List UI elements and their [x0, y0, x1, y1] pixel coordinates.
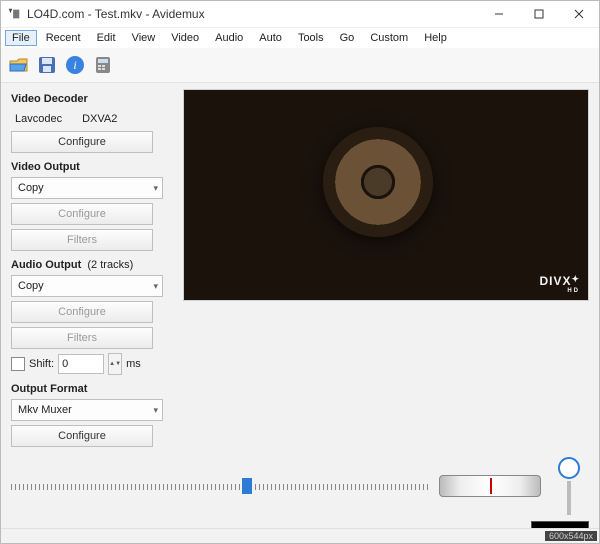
menu-audio[interactable]: Audio	[208, 30, 250, 46]
video-output-select[interactable]: Copy ▾	[11, 177, 163, 199]
statusbar: 600x544px	[1, 528, 599, 543]
audio-tracks-count: (2 tracks)	[87, 259, 133, 271]
thumbnail-preview	[531, 521, 589, 528]
audio-output-filters-button[interactable]: Filters	[11, 327, 153, 349]
menu-go[interactable]: Go	[333, 30, 362, 46]
codec-label: Lavcodec	[15, 113, 62, 125]
chevron-down-icon: ▾	[153, 281, 158, 292]
shift-value-input[interactable]: 0	[58, 354, 104, 374]
seek-track[interactable]	[11, 476, 431, 496]
menu-video[interactable]: Video	[164, 30, 206, 46]
codec-value: DXVA2	[82, 113, 117, 125]
output-format-heading: Output Format	[11, 383, 171, 395]
video-output-heading: Video Output	[11, 161, 171, 173]
video-content-placeholder	[323, 127, 433, 237]
body: LO4D.com Video Decoder Lavcodec DXVA2 Co…	[1, 83, 599, 528]
audio-output-value: Copy	[18, 280, 44, 292]
divx-watermark: DIVX✦ HD	[539, 274, 580, 294]
shift-label: Shift:	[29, 358, 54, 370]
menu-auto[interactable]: Auto	[252, 30, 289, 46]
menu-recent[interactable]: Recent	[39, 30, 88, 46]
video-output-configure-button[interactable]: Configure	[11, 203, 153, 225]
maximize-button[interactable]	[519, 1, 559, 27]
app-icon	[7, 7, 21, 21]
audio-output-select[interactable]: Copy ▾	[11, 275, 163, 297]
save-button[interactable]	[35, 53, 59, 77]
audio-shift-row: Shift: 0 ▲▼ ms	[11, 353, 171, 375]
titlebar: LO4D.com - Test.mkv - Avidemux	[1, 1, 599, 28]
toolbar: i	[1, 48, 599, 83]
volume-knob-icon[interactable]	[558, 457, 580, 479]
menubar: File Recent Edit View Video Audio Auto T…	[1, 28, 599, 48]
video-output-value: Copy	[18, 182, 44, 194]
menu-custom[interactable]: Custom	[363, 30, 415, 46]
window-title: LO4D.com - Test.mkv - Avidemux	[27, 7, 479, 21]
close-button[interactable]	[559, 1, 599, 27]
output-format-configure-button[interactable]: Configure	[11, 425, 153, 447]
svg-text:i: i	[73, 58, 76, 72]
seek-ticks	[11, 484, 431, 490]
app-window: LO4D.com - Test.mkv - Avidemux File Rece…	[0, 0, 600, 544]
menu-view[interactable]: View	[125, 30, 163, 46]
shift-checkbox[interactable]	[11, 357, 25, 371]
shift-unit: ms	[126, 358, 141, 370]
size-indicator: 600x544px	[545, 531, 597, 541]
menu-edit[interactable]: Edit	[90, 30, 123, 46]
output-format-value: Mkv Muxer	[18, 404, 72, 416]
audio-output-heading: Audio Output (2 tracks)	[11, 259, 171, 271]
info-button[interactable]: i	[63, 53, 87, 77]
volume-rail	[567, 481, 571, 515]
video-preview: DIVX✦ HD	[183, 89, 589, 301]
shift-spinner[interactable]: ▲▼	[108, 353, 122, 375]
menu-file[interactable]: File	[5, 30, 37, 46]
transport-bar: ▶ ◀ ▶ « » A B ⏮ ⏭ ⏪ ⏩ ◀ ▶ A:00:00:00.000…	[11, 521, 589, 528]
seek-handle[interactable]	[242, 478, 252, 494]
left-panel: Video Decoder Lavcodec DXVA2 Configure V…	[11, 89, 171, 447]
timeline-row	[11, 457, 589, 515]
open-button[interactable]	[7, 53, 31, 77]
video-decoder-heading: Video Decoder	[11, 93, 171, 105]
jog-wheel[interactable]	[439, 475, 541, 497]
menu-tools[interactable]: Tools	[291, 30, 331, 46]
video-output-filters-button[interactable]: Filters	[11, 229, 153, 251]
decoder-configure-button[interactable]: Configure	[11, 131, 153, 153]
calculator-button[interactable]	[91, 53, 115, 77]
volume-slider[interactable]	[549, 457, 589, 515]
output-format-select[interactable]: Mkv Muxer ▾	[11, 399, 163, 421]
minimize-button[interactable]	[479, 1, 519, 27]
menu-help[interactable]: Help	[417, 30, 454, 46]
chevron-down-icon: ▾	[153, 183, 158, 194]
chevron-down-icon: ▾	[153, 405, 158, 416]
audio-output-configure-button[interactable]: Configure	[11, 301, 153, 323]
